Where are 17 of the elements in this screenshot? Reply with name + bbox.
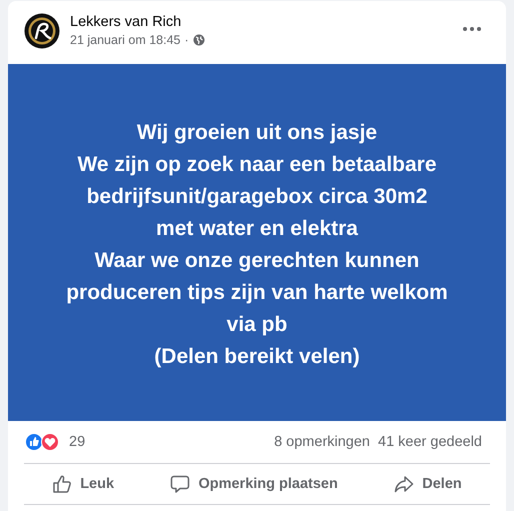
- post-text: Wij groeien uit ons jasje We zijn op zoek naar een betaalbare bedrijfsunit/garagebox circa 30m2 met water en elektra Waar we onze gerechten kunnen produceren tips zijn van harte welkom via pb (Delen bereikt velen): [66, 120, 448, 370]
- thumbs-up-icon: [52, 474, 72, 494]
- speech-bubble-icon: [170, 474, 190, 494]
- reaction-count[interactable]: 29: [69, 434, 86, 450]
- share-count[interactable]: 41 keer gedeeld: [378, 434, 482, 450]
- author-name[interactable]: Lekkers van Rich: [70, 14, 452, 30]
- comment-button[interactable]: Opmerking plaatsen: [160, 468, 348, 500]
- like-button[interactable]: Leuk: [42, 468, 124, 500]
- post-timestamp[interactable]: 21 januari om 18:45: [70, 33, 180, 47]
- share-button[interactable]: Delen: [384, 468, 472, 500]
- logo-icon[interactable]: [24, 12, 60, 48]
- globe-icon: [192, 34, 205, 46]
- share-arrow-icon: [394, 474, 414, 494]
- more-options-icon[interactable]: [462, 26, 482, 32]
- reactions-icon[interactable]: [25, 433, 61, 451]
- comment-count[interactable]: 8 opmerkingen: [274, 434, 370, 450]
- separator-dot: ·: [184, 33, 189, 47]
